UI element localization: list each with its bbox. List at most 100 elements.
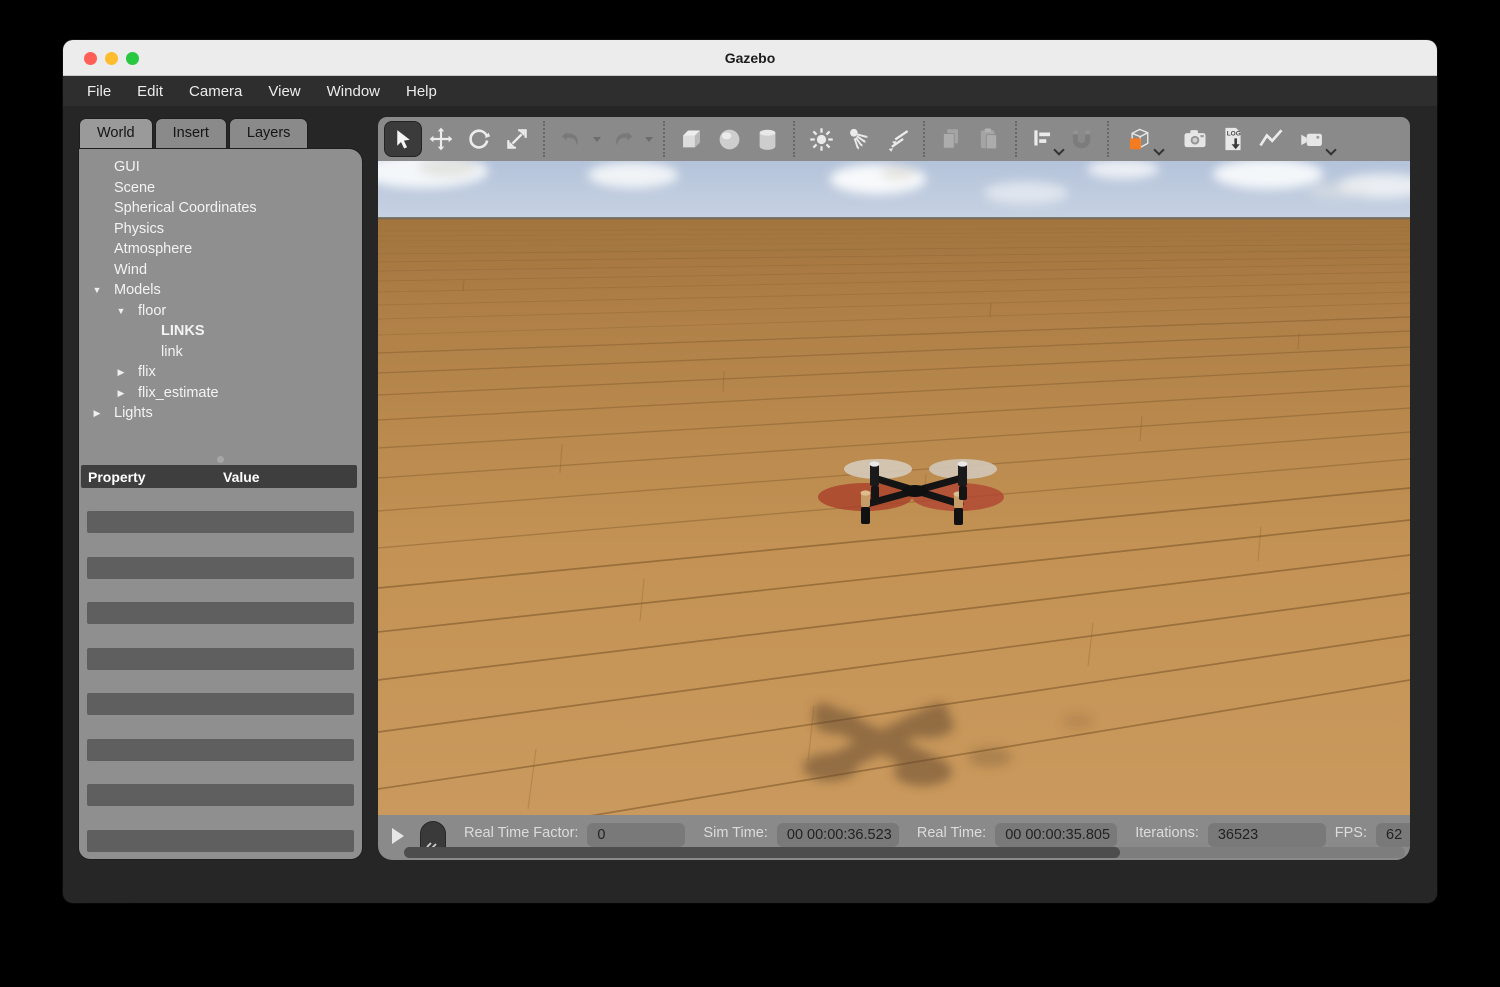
tree-item-models[interactable]: ▼ Models <box>79 280 362 301</box>
3d-viewport[interactable] <box>378 161 1410 815</box>
titlebar[interactable]: Gazebo <box>63 40 1437 76</box>
triangle-down-icon[interactable]: ▼ <box>114 301 128 322</box>
gazebo-window: Gazebo File Edit Camera View Window Help… <box>63 40 1437 903</box>
paste-button[interactable] <box>970 121 1008 157</box>
real-time-factor-field[interactable]: 0 <box>587 823 685 847</box>
insert-cylinder-button[interactable] <box>748 121 786 157</box>
directional-light-icon <box>884 126 911 153</box>
move-arrows-icon <box>428 126 454 152</box>
spot-light-button[interactable] <box>840 121 878 157</box>
tab-world[interactable]: World <box>79 118 153 148</box>
menu-edit[interactable]: Edit <box>131 81 169 102</box>
chevron-down-icon <box>1325 144 1336 155</box>
tree-item-flix-estimate[interactable]: ▶ flix_estimate <box>79 383 362 404</box>
menu-file[interactable]: File <box>81 81 117 102</box>
plot-button[interactable] <box>1252 121 1290 157</box>
toolbar: LOG <box>378 117 1410 161</box>
caret-down-icon <box>645 137 653 142</box>
real-time-field[interactable]: 00 00:00:35.805 <box>995 823 1117 847</box>
cylinder-icon <box>754 126 781 153</box>
undo-history-button[interactable] <box>590 121 604 157</box>
tree-item-spherical-coordinates[interactable]: Spherical Coordinates <box>79 198 362 219</box>
paste-icon <box>976 126 1002 152</box>
insert-box-button[interactable] <box>672 121 710 157</box>
horizon-line <box>378 217 1410 219</box>
spot-light-icon <box>846 126 873 153</box>
redo-history-button[interactable] <box>642 121 656 157</box>
scale-arrows-icon <box>504 126 530 152</box>
menu-camera[interactable]: Camera <box>183 81 248 102</box>
minimize-button[interactable] <box>105 52 118 65</box>
property-row <box>87 511 354 533</box>
svg-text:LOG: LOG <box>1227 131 1241 138</box>
copy-button[interactable] <box>932 121 970 157</box>
toolbar-separator <box>923 121 925 157</box>
tree-item-floor[interactable]: ▼ floor <box>79 301 362 322</box>
property-row <box>87 648 354 670</box>
close-button[interactable] <box>84 52 97 65</box>
scrollbar-thumb[interactable] <box>404 847 1120 858</box>
undo-arrow-icon <box>558 126 584 152</box>
tree-item-scene[interactable]: Scene <box>79 178 362 199</box>
play-button[interactable] <box>392 828 404 844</box>
tree-item-links[interactable]: LINKS <box>79 321 362 342</box>
rotate-tool-button[interactable] <box>460 121 498 157</box>
main-content: World Insert Layers GUI Scene Spherical … <box>63 106 1437 902</box>
select-tool-button[interactable] <box>384 121 422 157</box>
fps-label: FPS: <box>1335 825 1367 841</box>
world-panel: GUI Scene Spherical Coordinates Physics … <box>78 148 363 860</box>
snap-magnet-button[interactable] <box>1062 121 1100 157</box>
fullscreen-button[interactable] <box>126 52 139 65</box>
redo-button[interactable] <box>604 121 642 157</box>
align-tool-button[interactable] <box>1024 121 1062 157</box>
tree-item-lights[interactable]: ▶ Lights <box>79 403 362 424</box>
point-light-button[interactable] <box>802 121 840 157</box>
left-panel: World Insert Layers GUI Scene Spherical … <box>78 118 363 148</box>
tree-item-atmosphere[interactable]: Atmosphere <box>79 239 362 260</box>
scale-tool-button[interactable] <box>498 121 536 157</box>
undo-button[interactable] <box>552 121 590 157</box>
splitter-handle[interactable] <box>217 456 224 463</box>
toolbar-separator <box>663 121 665 157</box>
triangle-down-icon[interactable]: ▼ <box>90 280 104 301</box>
tab-layers[interactable]: Layers <box>229 118 309 148</box>
tree-item-link[interactable]: link <box>79 342 362 363</box>
traffic-lights <box>84 52 139 65</box>
real-time-factor-label: Real Time Factor: <box>464 825 578 841</box>
toolbar-separator <box>793 121 795 157</box>
menu-help[interactable]: Help <box>400 81 443 102</box>
cube-icon <box>678 126 705 153</box>
triangle-right-icon[interactable]: ▶ <box>114 362 128 383</box>
camera-icon <box>1181 125 1209 153</box>
triangle-right-icon[interactable]: ▶ <box>114 383 128 404</box>
tree-item-flix[interactable]: ▶ flix <box>79 362 362 383</box>
menu-window[interactable]: Window <box>321 81 386 102</box>
insert-sphere-button[interactable] <box>710 121 748 157</box>
iterations-field[interactable]: 36523 <box>1208 823 1326 847</box>
window-title: Gazebo <box>725 50 776 66</box>
right-panel: LOG <box>378 117 1410 860</box>
sim-time-field[interactable]: 00 00:00:36.523 <box>777 823 899 847</box>
property-table-header: Property Value <box>81 465 357 488</box>
rotate-arrows-icon <box>466 126 492 152</box>
statusbar: Real Time Factor: 0 Sim Time: 00 00:00:3… <box>378 815 1410 860</box>
fps-field[interactable]: 62 <box>1376 823 1410 847</box>
translate-tool-button[interactable] <box>422 121 460 157</box>
toolbar-separator <box>1015 121 1017 157</box>
property-row <box>87 739 354 761</box>
view-angle-button[interactable] <box>1116 121 1162 157</box>
directional-light-button[interactable] <box>878 121 916 157</box>
triangle-right-icon[interactable]: ▶ <box>90 403 104 424</box>
tree-item-physics[interactable]: Physics <box>79 219 362 240</box>
tab-insert[interactable]: Insert <box>155 118 227 148</box>
log-record-button[interactable]: LOG <box>1214 121 1252 157</box>
video-record-button[interactable] <box>1290 121 1334 157</box>
screenshot-button[interactable] <box>1176 121 1214 157</box>
horizontal-scrollbar[interactable] <box>404 847 1405 858</box>
view-angle-cube-icon <box>1124 124 1154 154</box>
tree-item-wind[interactable]: Wind <box>79 260 362 281</box>
tree-item-gui[interactable]: GUI <box>79 157 362 178</box>
iterations-label: Iterations: <box>1135 825 1199 841</box>
copy-icon <box>938 126 964 152</box>
menu-view[interactable]: View <box>262 81 306 102</box>
